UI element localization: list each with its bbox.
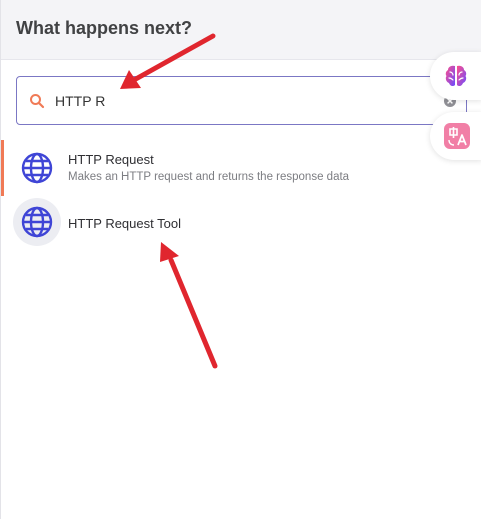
search-box[interactable]	[16, 76, 467, 125]
translate-icon	[444, 123, 470, 149]
result-item-title: HTTP Request Tool	[68, 216, 181, 231]
translate-button[interactable]	[430, 112, 481, 160]
search-icon	[29, 93, 45, 109]
panel-header: What happens next?	[1, 0, 481, 60]
search-input[interactable]	[55, 89, 355, 113]
node-creator-panel: What happens next? HTTP R HTTP Request M…	[0, 0, 481, 519]
globe-icon	[13, 144, 61, 192]
page-title: What happens next?	[16, 18, 193, 38]
globe-icon	[13, 198, 61, 246]
brain-icon	[445, 65, 467, 87]
result-item-http-request-tool[interactable]: HTTP Request Tool	[1, 196, 481, 254]
selected-indicator	[1, 140, 4, 196]
result-item-title: HTTP Request	[68, 152, 154, 167]
result-item-description: Makes an HTTP request and returns the re…	[68, 171, 350, 183]
ai-assistant-button[interactable]	[430, 52, 481, 100]
result-item-http-request[interactable]: HTTP Request Makes an HTTP request and r…	[1, 140, 481, 198]
